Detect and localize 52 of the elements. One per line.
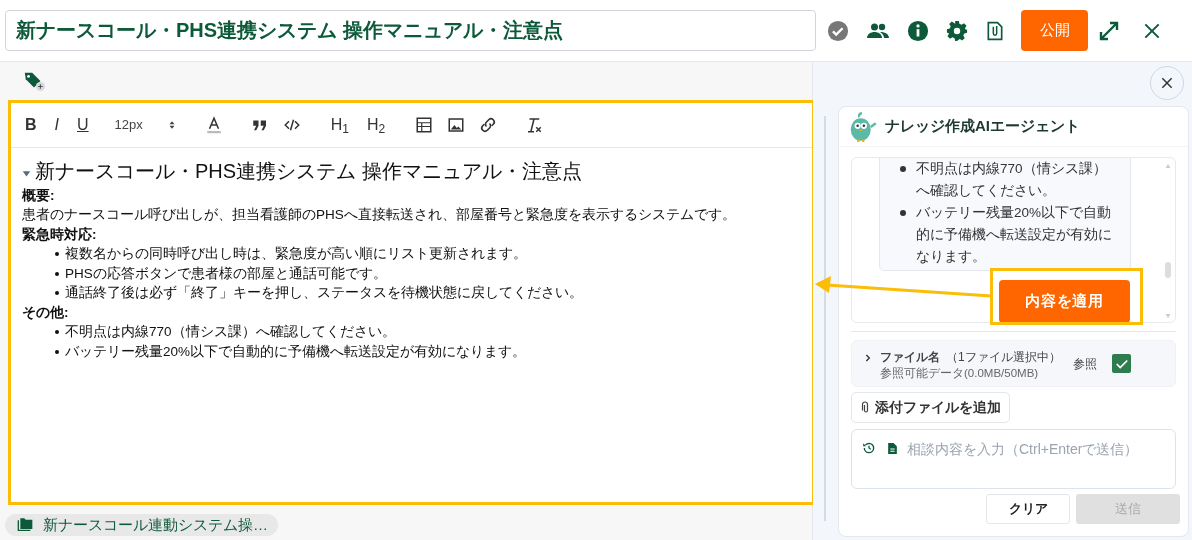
message-input[interactable]: 相談内容を入力（Ctrl+Enterで送信） [851, 429, 1176, 489]
document-icon[interactable] [886, 441, 899, 456]
history-icon[interactable] [862, 441, 876, 455]
table-icon[interactable] [415, 115, 434, 134]
toolbar-button[interactable]: H$_{1}$ [328, 112, 352, 137]
section-label: 概要: [22, 186, 56, 205]
caret-down-icon[interactable] [22, 168, 31, 178]
toolbar-button[interactable]: U [75, 112, 91, 137]
bullet-icon [55, 330, 59, 335]
document-heading: 新ナースコール・PHS連携システム 操作マニュアル・注意点 [35, 158, 582, 184]
list-item-text: 複数名からの同時呼び出し時は、緊急度が高い順にリスト更新されます。 [65, 245, 527, 264]
reference-checkbox[interactable] [1112, 354, 1131, 373]
toolbar-button[interactable]: H$_{2}$ [365, 112, 388, 137]
list-item-text: 不明点は内線770（情シス課）へ確認してください。 [65, 323, 396, 342]
clear-button[interactable]: クリア [986, 494, 1070, 524]
clear-format-icon[interactable] [525, 115, 544, 134]
text-color-icon[interactable] [204, 115, 223, 134]
attach-file-button[interactable]: 添付ファイルを追加 [851, 392, 1010, 423]
folder-icon [15, 517, 35, 533]
title-input[interactable]: 新ナースコール・PHS連携システム 操作マニュアル・注意点 [5, 10, 816, 51]
chevron-right-icon[interactable] [864, 353, 872, 363]
message-text-input[interactable]: 相談内容を入力（Ctrl+Enterで送信） [907, 439, 1169, 460]
bullet-icon [55, 252, 59, 257]
usage-text: 参照可能データ(0.0MB/50MB) [880, 365, 1040, 380]
section-label: 緊急時対応: [22, 225, 98, 244]
bullet-icon [900, 166, 906, 172]
list-item-text: バッテリー残量20%以下で自動的に予備機へ転送設定が有効になります。 [65, 342, 527, 361]
reference-label: 参照 [1073, 355, 1097, 373]
scrollbar-thumb[interactable] [1165, 262, 1171, 278]
link-icon[interactable] [479, 115, 498, 134]
list-item-text: PHSの応答ボタンで患者様の部屋と通話可能です。 [65, 264, 387, 283]
check-circle-icon[interactable] [827, 19, 849, 42]
bullet-icon [55, 291, 59, 296]
folder-chip[interactable]: 新ナースコール連動システム操… [5, 514, 278, 536]
close-icon [1160, 76, 1174, 90]
section-label: その他: [22, 303, 70, 322]
agent-title: ナレッジ作成AIエージェント [885, 116, 1080, 137]
info-icon[interactable] [907, 19, 929, 42]
file-count: （1ファイル選択中） [946, 348, 1061, 366]
list-item-text: 通話終了後は必ず「終了」キーを押し、ステータスを待機状態に戻してください。 [65, 284, 583, 303]
message-text: バッテリー残量20%以下で自動的に予備機へ転送設定が有効になります。 [916, 204, 1112, 266]
message-text: 不明点は内線770（情シス課）へ確認してください。 [916, 160, 1108, 200]
bullet-icon [55, 271, 59, 276]
bullet-icon [900, 210, 906, 216]
bullet-icon [55, 349, 59, 354]
paragraph-text: 患者のナースコール呼び出しが、担当看護師のPHSへ直接転送され、部屋番号と緊急度を表示するシステムです。 [22, 206, 737, 225]
toolbar-button[interactable]: I [52, 112, 61, 137]
file-label: ファイル名 [880, 348, 940, 366]
font-size-select[interactable]: 12px [114, 115, 177, 135]
image-icon[interactable] [447, 115, 466, 134]
settings-icon[interactable] [946, 19, 968, 42]
toolbar-button[interactable]: B [23, 112, 39, 137]
